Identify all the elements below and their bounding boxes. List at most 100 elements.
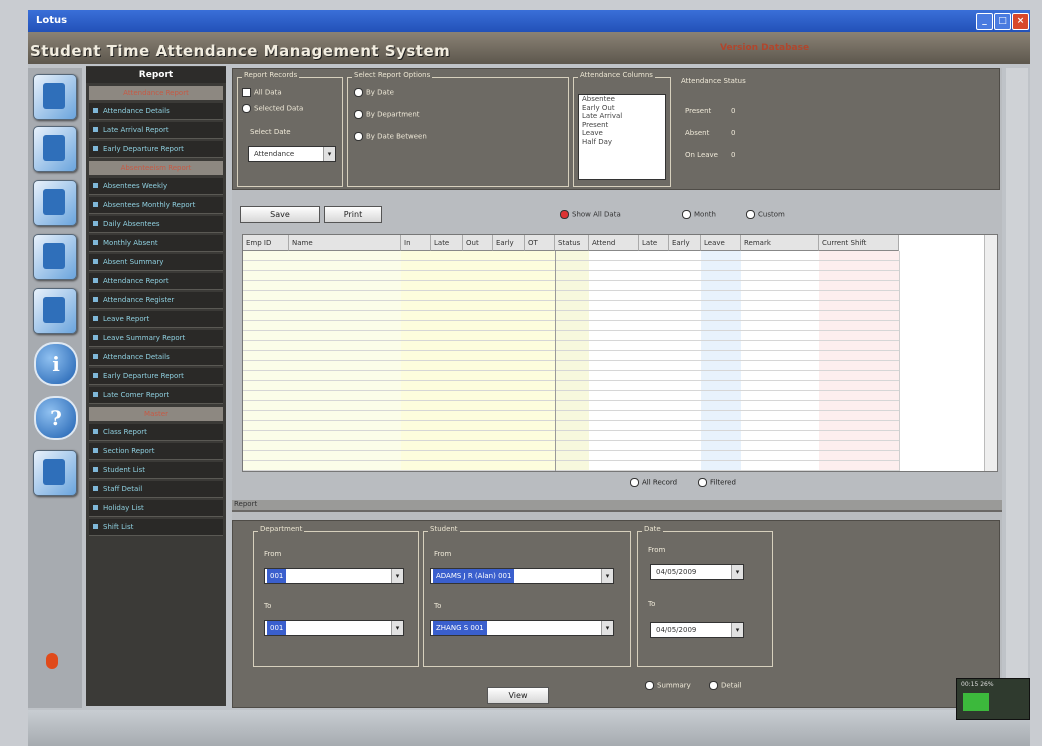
menu-item[interactable]: Absent Summary bbox=[89, 254, 223, 271]
menu-item[interactable]: Monthly Absent bbox=[89, 235, 223, 252]
date-to-picker[interactable]: 04/05/2009 ▾ bbox=[650, 622, 744, 638]
column-header[interactable]: Emp ID bbox=[243, 235, 289, 251]
by-department-radio[interactable]: By Department bbox=[354, 110, 420, 119]
columns-listbox[interactable]: Absentee Early Out Late Arrival Present … bbox=[578, 94, 666, 180]
menu-item[interactable]: Attendance Details bbox=[89, 103, 223, 120]
attendance-grid[interactable]: Emp ID Name In Late Out Early OT Status … bbox=[242, 234, 998, 472]
menu-item[interactable]: Absentees Weekly bbox=[89, 178, 223, 195]
column-header[interactable]: Leave bbox=[701, 235, 741, 251]
menu-item[interactable]: Holiday List bbox=[89, 500, 223, 517]
column-header[interactable]: Name bbox=[289, 235, 401, 251]
date-from-value: 04/05/2009 bbox=[656, 568, 697, 576]
menu-item[interactable]: Student List bbox=[89, 462, 223, 479]
column-header[interactable]: Attend bbox=[589, 235, 639, 251]
menu-item[interactable]: Shift List bbox=[89, 519, 223, 536]
period-select[interactable]: Attendance ▾ bbox=[248, 146, 336, 162]
dept-to-select[interactable]: 001 ▾ bbox=[264, 620, 404, 636]
save-button[interactable]: Save bbox=[240, 206, 320, 223]
selected-data-radio[interactable]: Selected Data bbox=[242, 104, 303, 113]
column-header[interactable]: Early bbox=[669, 235, 701, 251]
menu-item[interactable]: Leave Report bbox=[89, 311, 223, 328]
by-date-between-radio[interactable]: By Date Between bbox=[354, 132, 427, 141]
application-window: Lotus _ □ × Student Time Attendance Mana… bbox=[28, 10, 1030, 746]
minimize-button[interactable]: _ bbox=[976, 13, 993, 30]
menu-item[interactable]: Early Departure Report bbox=[89, 368, 223, 385]
menu-item[interactable]: Early Departure Report bbox=[89, 141, 223, 158]
column-header[interactable]: Late bbox=[431, 235, 463, 251]
column-header[interactable]: OT bbox=[525, 235, 555, 251]
menu-item[interactable]: Staff Detail bbox=[89, 481, 223, 498]
close-button[interactable]: × bbox=[1012, 13, 1029, 30]
summary-label: Summary bbox=[657, 681, 691, 690]
map-icon[interactable] bbox=[33, 288, 77, 334]
grid-column bbox=[819, 251, 900, 471]
bottom-tab[interactable]: Report bbox=[234, 500, 257, 508]
student-from-select[interactable]: ADAMS J R (Alan) 001 ▾ bbox=[430, 568, 614, 584]
column-header[interactable]: Remark bbox=[741, 235, 819, 251]
by-department-label: By Department bbox=[366, 110, 420, 119]
main-area: Report Records All Data Selected Data Se… bbox=[232, 68, 1002, 708]
help-icon[interactable]: ? bbox=[34, 396, 78, 440]
menu-item[interactable]: Section Report bbox=[89, 443, 223, 460]
info-icon[interactable]: i bbox=[34, 342, 78, 386]
column-header[interactable]: Late bbox=[639, 235, 669, 251]
grid-column bbox=[289, 251, 402, 471]
period-value: Attendance bbox=[254, 150, 295, 158]
date-to-label: To bbox=[648, 600, 656, 608]
menu-item[interactable]: Late Arrival Report bbox=[89, 122, 223, 139]
column-header[interactable]: Current Shift bbox=[819, 235, 899, 251]
show-all-radio[interactable]: Show All Data bbox=[560, 210, 621, 219]
menu-item[interactable]: Absentees Monthly Report bbox=[89, 197, 223, 214]
list-item[interactable]: Absentee bbox=[579, 95, 665, 104]
column-header[interactable]: Status bbox=[555, 235, 589, 251]
employee-icon[interactable] bbox=[33, 74, 77, 120]
date-from-picker[interactable]: 04/05/2009 ▾ bbox=[650, 564, 744, 580]
month-label: Month bbox=[694, 210, 716, 219]
all-data-checkbox[interactable]: All Data bbox=[242, 88, 282, 97]
column-header[interactable]: Out bbox=[463, 235, 493, 251]
window-scrollbar[interactable] bbox=[1006, 68, 1028, 708]
month-radio[interactable]: Month bbox=[682, 210, 716, 219]
view-button[interactable]: View bbox=[487, 687, 549, 704]
column-header[interactable]: Early bbox=[493, 235, 525, 251]
records-icon[interactable] bbox=[33, 126, 77, 172]
by-date-radio[interactable]: By Date bbox=[354, 88, 394, 97]
list-item[interactable]: Early Out bbox=[579, 104, 665, 113]
menu-item[interactable]: Attendance Report bbox=[89, 273, 223, 290]
bottom-panel: Department From 001 ▾ To 001 ▾ Student Fro… bbox=[232, 520, 1000, 708]
present-count: 0 bbox=[731, 107, 736, 115]
dept-from-select[interactable]: 001 ▾ bbox=[264, 568, 404, 584]
list-item[interactable]: Half Day bbox=[579, 138, 665, 147]
document-icon[interactable] bbox=[33, 180, 77, 226]
summary-radio[interactable]: Summary bbox=[645, 681, 691, 690]
grid-column bbox=[525, 251, 556, 471]
calendar-dropdown-icon: ▾ bbox=[731, 565, 743, 579]
all-record-radio[interactable]: All Record bbox=[630, 478, 677, 487]
custom-label: Custom bbox=[758, 210, 785, 219]
menu-item[interactable]: Late Comer Report bbox=[89, 387, 223, 404]
menu-item[interactable]: Class Report bbox=[89, 424, 223, 441]
column-header[interactable]: In bbox=[401, 235, 431, 251]
custom-radio[interactable]: Custom bbox=[746, 210, 785, 219]
by-date-between-label: By Date Between bbox=[366, 132, 427, 141]
menu-item[interactable]: Leave Summary Report bbox=[89, 330, 223, 347]
grid-scrollbar[interactable] bbox=[984, 235, 997, 471]
menu-item[interactable]: Attendance Details bbox=[89, 349, 223, 366]
list-item[interactable]: Present bbox=[579, 121, 665, 130]
list-item[interactable]: Leave bbox=[579, 129, 665, 138]
list-item[interactable]: Late Arrival bbox=[579, 112, 665, 121]
grid-column bbox=[555, 251, 591, 471]
calendar-icon[interactable] bbox=[33, 450, 77, 496]
menu-item[interactable]: Daily Absentees bbox=[89, 216, 223, 233]
menu-item[interactable]: Attendance Register bbox=[89, 292, 223, 309]
exit-icon[interactable] bbox=[46, 653, 58, 669]
filtered-label: Filtered bbox=[710, 478, 736, 487]
tray-label: 00:15 26% bbox=[961, 681, 994, 688]
print-button[interactable]: Print bbox=[324, 206, 382, 223]
maximize-button[interactable]: □ bbox=[994, 13, 1011, 30]
filtered-radio[interactable]: Filtered bbox=[698, 478, 736, 487]
book-icon[interactable] bbox=[33, 234, 77, 280]
student-to-select[interactable]: ZHANG S 001 ▾ bbox=[430, 620, 614, 636]
date-group: Date From 04/05/2009 ▾ To 04/05/2009 ▾ bbox=[637, 525, 773, 667]
detail-radio[interactable]: Detail bbox=[709, 681, 742, 690]
